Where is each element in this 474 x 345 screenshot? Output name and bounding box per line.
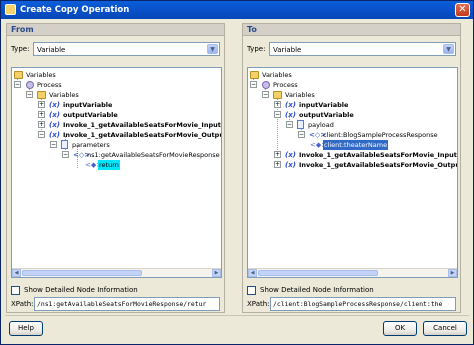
collapse-toggle[interactable]: − xyxy=(250,81,257,88)
to-xpath-field[interactable]: /client:BlogSampleProcessResponse/client… xyxy=(270,297,456,311)
from-header: From xyxy=(7,24,224,36)
from-panel: From Type: Variable ▼ Variables − Proces… xyxy=(6,23,225,313)
to-tree[interactable]: Variables − Process − Variables + (x) in… xyxy=(247,67,458,278)
to-header: To xyxy=(243,24,460,36)
to-panel: To Type: Variable ▼ Variables − Process xyxy=(242,23,461,313)
to-xpath-row: XPath: /client:BlogSampleProcessResponse… xyxy=(247,297,456,311)
variable-icon: (x) xyxy=(285,111,296,119)
to-type-label: Type: xyxy=(247,45,266,53)
close-button[interactable]: ✕ xyxy=(455,3,470,17)
collapse-toggle[interactable]: − xyxy=(62,151,69,158)
process-icon xyxy=(261,81,270,89)
cancel-button[interactable]: Cancel xyxy=(423,321,467,336)
expand-toggle[interactable]: + xyxy=(274,161,281,168)
folder-icon xyxy=(250,71,259,79)
to-type-value: Variable xyxy=(273,46,302,54)
collapse-toggle[interactable]: − xyxy=(298,131,305,138)
process-icon xyxy=(25,81,34,89)
title-bar: Create Copy Operation ✕ xyxy=(1,1,473,19)
element-icon: <◆> xyxy=(85,161,103,169)
document-icon xyxy=(61,140,68,149)
app-icon xyxy=(5,4,16,15)
variable-icon: (x) xyxy=(49,121,60,129)
from-xpath-label: XPath: xyxy=(11,300,34,308)
help-button[interactable]: Help xyxy=(9,321,43,336)
from-type-select[interactable]: Variable ▼ xyxy=(33,42,220,56)
create-copy-operation-dialog: Create Copy Operation ✕ From Type: Varia… xyxy=(0,0,474,345)
to-type-select[interactable]: Variable ▼ xyxy=(269,42,456,56)
from-show-detail-checkbox[interactable] xyxy=(11,286,20,295)
element-icon: <◆> xyxy=(310,141,328,149)
variable-icon: (x) xyxy=(49,111,60,119)
to-xpath-label: XPath: xyxy=(247,300,270,308)
from-xpath-row: XPath: /ns1:getAvailableSeatsForMovieRes… xyxy=(11,297,220,311)
chevron-down-icon[interactable]: ▼ xyxy=(207,44,218,54)
variable-icon: (x) xyxy=(285,161,296,169)
variable-icon: (x) xyxy=(49,101,60,109)
from-type-row: Type: Variable ▼ xyxy=(11,42,220,56)
scroll-right-icon[interactable]: ▶ xyxy=(448,269,457,277)
footer-separator xyxy=(5,315,469,316)
collapse-toggle[interactable]: − xyxy=(274,111,281,118)
expand-toggle[interactable]: + xyxy=(274,101,281,108)
expand-toggle[interactable]: + xyxy=(38,111,45,118)
document-icon xyxy=(297,120,304,129)
folder-icon xyxy=(273,91,282,99)
scrollbar-thumb[interactable] xyxy=(258,270,378,276)
ok-button[interactable]: OK xyxy=(383,321,417,336)
to-tree-scrollbar[interactable]: ◀ ▶ xyxy=(248,268,457,277)
chevron-down-icon[interactable]: ▼ xyxy=(443,44,454,54)
collapse-toggle[interactable]: − xyxy=(14,81,21,88)
collapse-toggle[interactable]: − xyxy=(26,91,33,98)
from-tree-scrollbar[interactable]: ◀ ▶ xyxy=(12,268,221,277)
variable-icon: (x) xyxy=(285,101,296,109)
variable-icon: (x) xyxy=(49,131,60,139)
from-type-value: Variable xyxy=(37,46,66,54)
from-tree[interactable]: Variables − Process − Variables + (x) in… xyxy=(11,67,222,278)
expand-toggle[interactable]: + xyxy=(38,121,45,128)
collapse-toggle[interactable]: − xyxy=(50,141,57,148)
scroll-right-icon[interactable]: ▶ xyxy=(212,269,221,277)
element-icon: <◇> xyxy=(309,131,327,139)
from-xpath-field[interactable]: /ns1:getAvailableSeatsForMovieResponse/r… xyxy=(34,297,220,311)
element-icon: <◇> xyxy=(73,151,91,159)
folder-icon xyxy=(14,71,23,79)
expand-toggle[interactable]: + xyxy=(38,101,45,108)
to-type-row: Type: Variable ▼ xyxy=(247,42,456,56)
scroll-left-icon[interactable]: ◀ xyxy=(248,269,257,277)
scroll-left-icon[interactable]: ◀ xyxy=(12,269,21,277)
collapse-toggle[interactable]: − xyxy=(286,121,293,128)
to-show-detail-checkbox[interactable] xyxy=(247,286,256,295)
variable-icon: (x) xyxy=(285,151,296,159)
from-type-label: Type: xyxy=(11,45,30,53)
scrollbar-thumb[interactable] xyxy=(22,270,142,276)
collapse-toggle[interactable]: − xyxy=(262,91,269,98)
folder-icon xyxy=(37,91,46,99)
window-title: Create Copy Operation xyxy=(20,5,130,15)
expand-toggle[interactable]: + xyxy=(274,151,281,158)
collapse-toggle[interactable]: − xyxy=(38,131,45,138)
